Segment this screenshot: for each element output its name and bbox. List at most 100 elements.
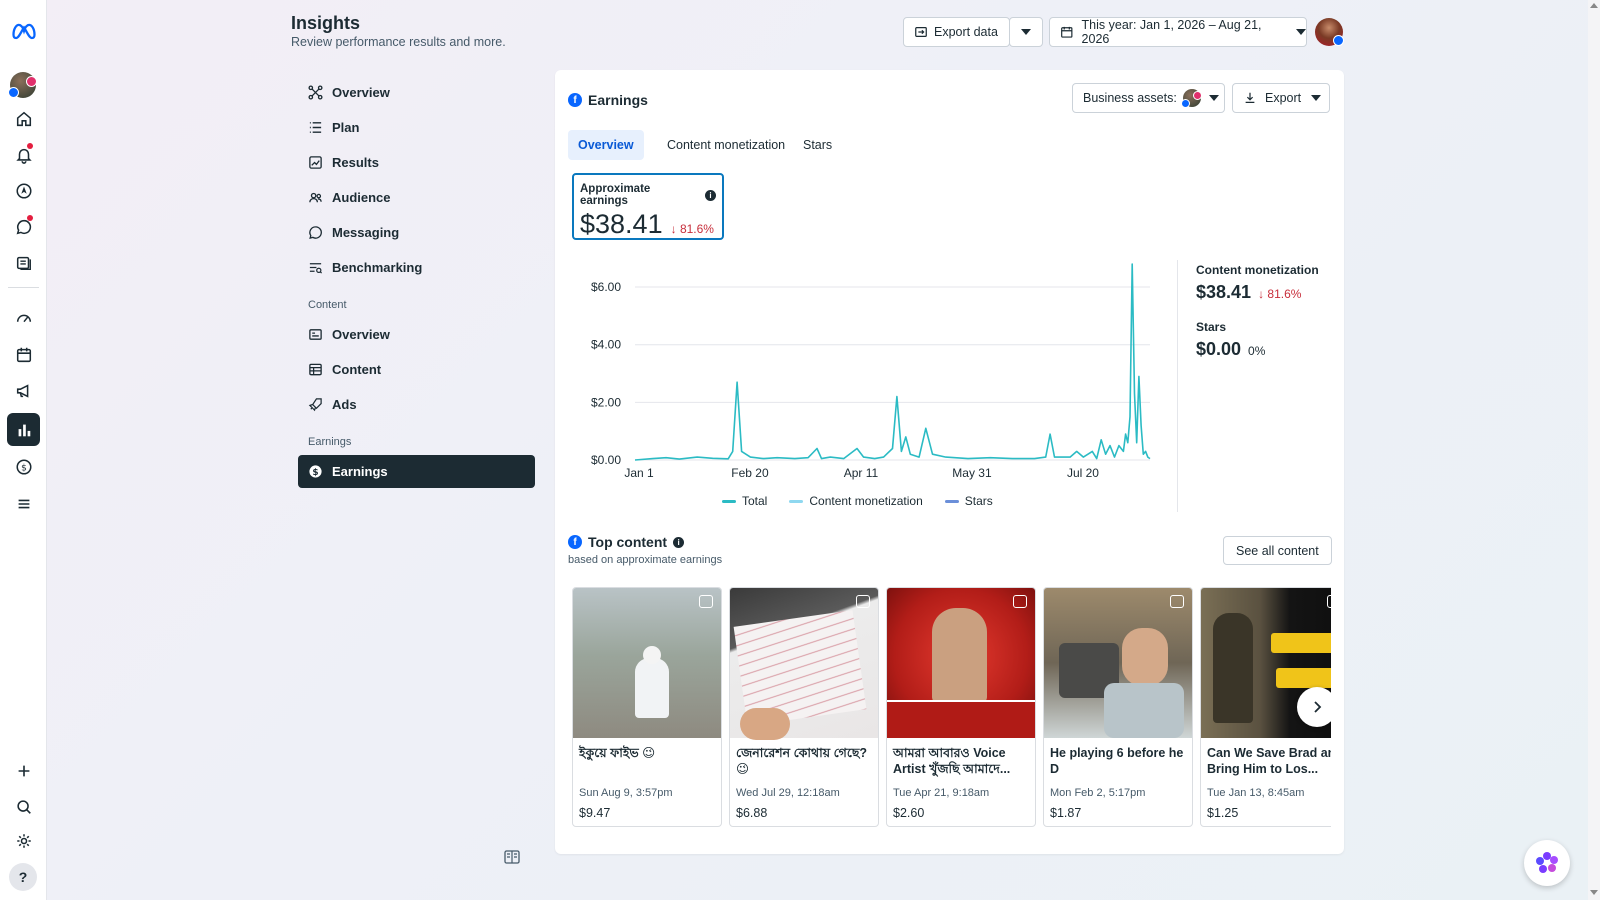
content-thumbnail [1044,588,1192,738]
nav-item-earnings[interactable]: $ Earnings [298,455,535,488]
top-content-carousel: ইকুয়ে ফাইভ 😉 Sun Aug 9, 3:57pm $9.47 জে… [572,587,1331,827]
approximate-earnings-value-row: $38.41 ↓ 81.6% [580,209,716,240]
help-icon[interactable]: ? [9,863,37,891]
approximate-earnings-value: $38.41 [580,209,663,239]
notifications-bell-icon[interactable] [7,138,40,171]
business-asset-avatar [1180,89,1202,108]
audience-icon [309,192,322,203]
monetization-dollar-icon[interactable]: $ [7,450,40,483]
legend-item-total[interactable]: Total [722,494,767,508]
calendar-icon[interactable] [7,338,40,371]
profile-avatar[interactable] [1315,18,1344,46]
compass-icon[interactable] [7,174,40,207]
scroll-down-arrow-icon[interactable] [1590,890,1598,895]
gauge-icon[interactable] [7,302,40,335]
megaphone-icon[interactable] [7,374,40,407]
meta-logo-icon[interactable] [7,14,40,47]
dollar-icon: $ [309,465,322,478]
delta-value: 81.6% [1267,287,1302,301]
content-tile[interactable]: জেনারেশন কোথায় গেছে? 😉 Wed Jul 29, 12:1… [729,587,879,827]
home-icon[interactable] [7,102,40,135]
nav-item-ads[interactable]: Ads [298,388,535,421]
legend-item-stars[interactable]: Stars [944,494,993,508]
top-content-subtitle: based on approximate earnings [568,554,723,566]
content-monetization-label: Content monetization [1196,263,1319,277]
top-content-header: f Top content i [568,534,685,550]
nav-item-overview[interactable]: Overview [298,76,535,109]
x-tick-label: Feb 20 [731,466,769,480]
nav-item-messaging[interactable]: Messaging [298,216,535,249]
plus-icon[interactable] [7,754,40,787]
earnings-chart-svg: $0.00 $2.00 $4.00 $6.00 Jan 1 Feb 20 Apr 11 May… [591,263,1151,480]
nav-item-label: Content [332,362,382,377]
photo-icon [1170,595,1184,608]
stars-value: $0.00 [1196,339,1242,359]
content-monetization-delta: ↓ 81.6% [1258,287,1302,301]
account-avatar[interactable] [8,72,37,98]
svg-text:$: $ [21,463,27,473]
content-date: Mon Feb 2, 5:17pm [1050,787,1146,799]
page-scrollbar[interactable] [1588,0,1600,900]
content-earnings: $2.60 [893,806,925,820]
tab-overview[interactable]: Overview [568,130,644,160]
section-label-content: Content [308,299,347,311]
nav-item-results[interactable]: Results [298,146,535,179]
content-monetization-value: $38.41 [1196,282,1252,302]
info-icon[interactable]: i [673,536,685,548]
x-tick-label: Jul 20 [1067,466,1099,480]
photo-icon [1013,595,1027,608]
nav-item-plan[interactable]: Plan [298,111,535,144]
card-export-button[interactable]: Export [1232,83,1330,113]
collapse-sidebar-icon[interactable] [504,850,520,864]
stars-metric[interactable]: Stars $0.00 0% [1196,320,1265,360]
legend-item-content-monetization[interactable]: Content monetization [789,494,923,508]
content-date: Tue Jan 13, 8:45am [1207,787,1305,799]
info-icon[interactable]: i [705,189,716,201]
content-title: Can We Save Brad and Bring Him to Los... [1207,746,1331,776]
content-table-icon [309,363,322,376]
content-title: জেনারেশন কোথায় গেছে? 😉 [736,746,868,776]
card-export-label: Export [1265,91,1302,105]
content-monetization-metric[interactable]: Content monetization $38.41 ↓ 81.6% [1196,263,1319,303]
nav-item-audience[interactable]: Audience [298,181,535,214]
nav-item-content[interactable]: Content [298,353,535,386]
content-overview-icon [309,329,322,340]
scroll-up-arrow-icon[interactable] [1590,3,1598,8]
nav-item-benchmarking[interactable]: Benchmarking [298,251,535,284]
all-tools-menu-icon[interactable] [7,487,40,520]
calendar-icon [1061,26,1073,38]
x-tick-label: May 31 [952,466,992,480]
svg-text:$: $ [312,468,318,478]
business-assets-selector[interactable]: Business assets: [1072,83,1225,113]
content-tile[interactable]: He playing 6 before he D Mon Feb 2, 5:17… [1043,587,1193,827]
business-assets-label: Business assets: [1083,91,1177,105]
posts-stack-icon[interactable] [7,246,40,279]
date-range-picker[interactable]: This year: Jan 1, 2026 – Aug 21, 2026 [1049,17,1307,47]
approximate-earnings-metric[interactable]: Approximate earnings i $38.41 ↓ 81.6% [572,173,724,240]
earnings-card-header: f Earnings [568,92,648,108]
search-icon[interactable] [7,790,40,823]
content-thumbnail [573,588,721,738]
settings-gear-icon[interactable] [7,824,40,857]
insights-bar-chart-icon[interactable] [7,413,40,446]
series-line-total[interactable] [634,263,1151,461]
legend-label: Content monetization [809,494,923,508]
content-tile[interactable]: আমরা আবারও Voice Artist খুঁজছি আমাদে... … [886,587,1036,827]
export-data-button[interactable]: Export data [903,17,1010,47]
inbox-chat-icon[interactable] [7,210,40,243]
carousel-next-button[interactable] [1297,687,1331,727]
benchmarking-icon [309,263,323,274]
nav-item-content-overview[interactable]: Overview [298,318,535,351]
overview-icon [308,85,323,100]
tab-stars[interactable]: Stars [793,130,842,160]
tab-content-monetization[interactable]: Content monetization [657,130,795,160]
content-tile[interactable]: ইকুয়ে ফাইভ 😉 Sun Aug 9, 3:57pm $9.47 [572,587,722,827]
left-rail: $ ? [0,0,47,900]
nav-item-label: Benchmarking [332,260,423,275]
export-data-dropdown-button[interactable] [1009,17,1043,47]
chevron-down-icon [1296,29,1306,35]
nav-item-label: Ads [332,397,357,412]
ai-assistant-button[interactable] [1524,840,1570,886]
stars-delta: 0% [1248,344,1266,358]
see-all-content-button[interactable]: See all content [1223,536,1332,565]
